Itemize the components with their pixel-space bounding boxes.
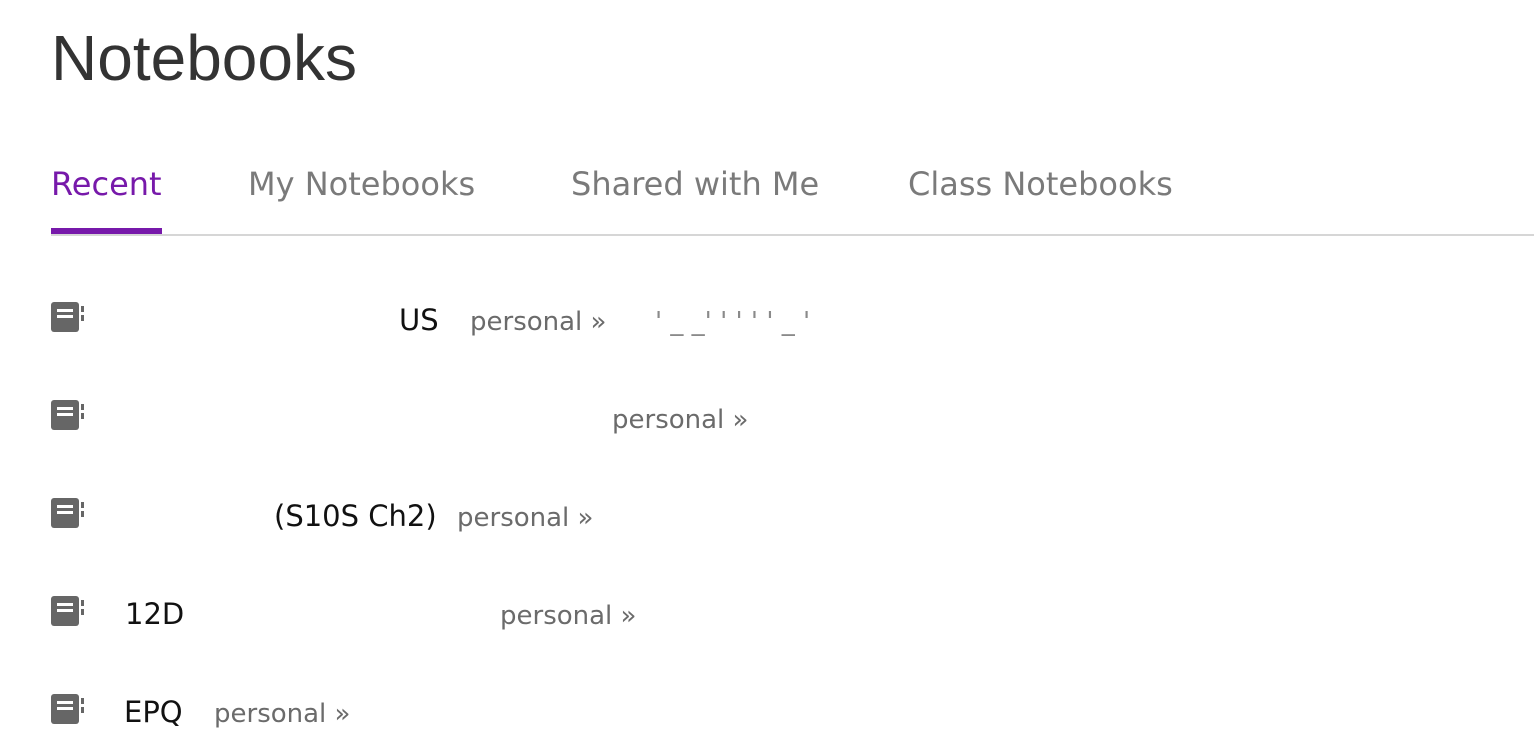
- notebook-row[interactable]: US personal » ' _ _' ' ' ' ' _ ': [0, 270, 1534, 368]
- notebook-row[interactable]: (S10S Ch2) personal »: [0, 466, 1534, 564]
- notebook-icon: [51, 302, 84, 332]
- tab-class-notebooks[interactable]: Class Notebooks: [908, 160, 1173, 236]
- notebook-row[interactable]: EPQ personal »: [0, 662, 1534, 756]
- notebook-name: EPQ: [124, 695, 183, 729]
- page-title: Notebooks: [51, 22, 357, 94]
- notebooks-page: Notebooks Recent My Notebooks Shared wit…: [0, 0, 1534, 756]
- notebook-name: (S10S Ch2): [274, 499, 437, 533]
- notebook-icon: [51, 694, 84, 724]
- notebook-owner: personal »: [214, 699, 351, 729]
- notebook-owner: personal »: [470, 307, 607, 337]
- notebook-name: 12D: [125, 597, 185, 631]
- tab-my-notebooks-label: My Notebooks: [248, 165, 476, 203]
- tab-shared-with-me[interactable]: Shared with Me: [571, 160, 819, 236]
- notebook-row[interactable]: 12D personal »: [0, 564, 1534, 662]
- tab-recent[interactable]: Recent: [51, 160, 162, 236]
- notebook-owner: personal »: [612, 405, 749, 435]
- notebook-owner: personal »: [457, 503, 594, 533]
- notebook-path: ' _ _' ' ' ' ' _ ': [655, 307, 811, 337]
- notebook-icon: [51, 596, 84, 626]
- tabs-divider: [51, 234, 1534, 236]
- tab-class-notebooks-label: Class Notebooks: [908, 165, 1173, 203]
- tab-recent-label: Recent: [51, 165, 162, 203]
- notebook-icon: [51, 400, 84, 430]
- tab-shared-with-me-label: Shared with Me: [571, 165, 820, 203]
- notebook-icon: [51, 498, 84, 528]
- notebook-name: US: [399, 303, 439, 337]
- notebook-tabs: Recent My Notebooks Shared with Me Class…: [0, 160, 1534, 236]
- notebook-row[interactable]: personal »: [0, 368, 1534, 466]
- notebook-owner: personal »: [500, 601, 637, 631]
- tab-my-notebooks[interactable]: My Notebooks: [248, 160, 475, 236]
